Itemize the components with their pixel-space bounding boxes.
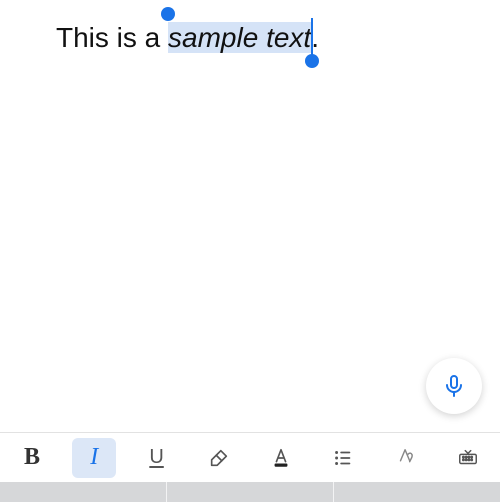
selection-handle-end[interactable]: [305, 54, 319, 68]
divider: [166, 482, 167, 502]
italic-button[interactable]: I: [72, 438, 116, 478]
bulleted-list-button[interactable]: [321, 438, 365, 478]
selected-text-content: sample text: [168, 22, 311, 53]
underline-button[interactable]: U: [135, 438, 179, 478]
microphone-icon: [442, 374, 466, 398]
voice-input-button[interactable]: [426, 358, 482, 414]
selection-handle-start[interactable]: [161, 7, 175, 21]
bold-button[interactable]: B: [10, 438, 54, 478]
divider: [333, 482, 334, 502]
highlighter-icon: [208, 447, 230, 469]
bottom-system-bar: [0, 482, 500, 502]
text-color-button[interactable]: [259, 438, 303, 478]
keyboard-toggle-button[interactable]: [446, 438, 490, 478]
format-paint-icon: [395, 447, 417, 469]
selected-text[interactable]: sample text: [168, 22, 311, 53]
formatting-toolbar: B I U: [0, 432, 500, 482]
keyboard-icon: [457, 447, 479, 469]
text-before-selection[interactable]: This is a: [56, 22, 168, 53]
document-canvas[interactable]: This is a sample text.: [0, 0, 500, 56]
text-caret: [311, 18, 314, 58]
text-color-icon: [270, 447, 292, 469]
highlight-button[interactable]: [197, 438, 241, 478]
list-icon: [332, 447, 354, 469]
format-paint-button[interactable]: [384, 438, 428, 478]
